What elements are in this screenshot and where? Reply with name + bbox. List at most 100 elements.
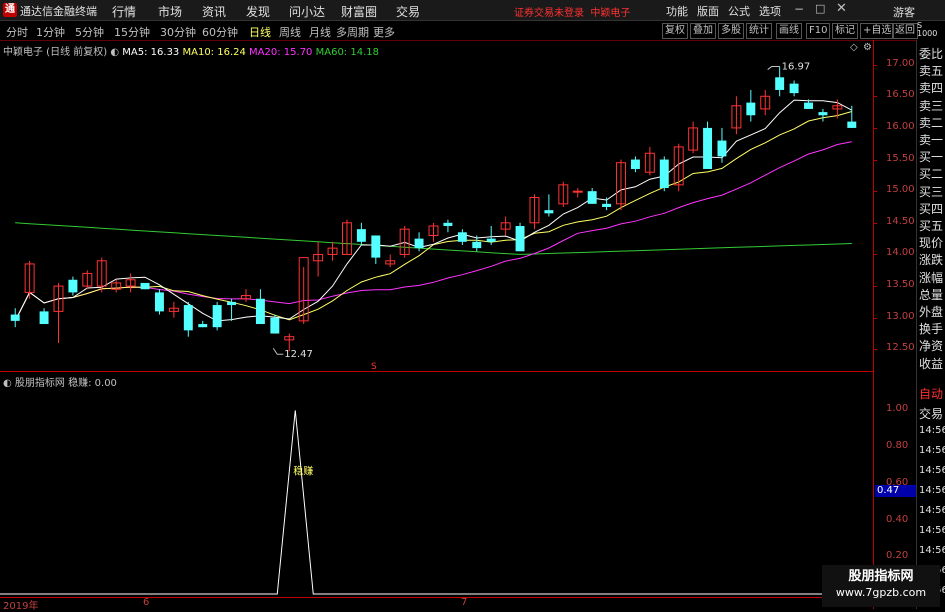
- huaxian-button[interactable]: 画线: [776, 23, 802, 39]
- y-tick-label: 15.50: [886, 152, 915, 164]
- side-tick-time[interactable]: 14:56: [919, 485, 945, 496]
- side-quote-label[interactable]: 卖二: [919, 114, 943, 131]
- y-tick-mark: [873, 317, 877, 319]
- f10-button[interactable]: F10: [806, 23, 831, 39]
- diamond-icon[interactable]: ◇: [850, 42, 858, 53]
- menu-gongshi[interactable]: 公式: [728, 3, 750, 19]
- candle-body-down: [789, 83, 799, 94]
- watermark: 股朋指标网 www.7gpzb.com: [822, 565, 940, 607]
- menu-banmian[interactable]: 版面: [697, 3, 719, 19]
- menu-jiaoyi[interactable]: 交易: [396, 3, 420, 20]
- period-5min[interactable]: 5分钟: [75, 24, 104, 40]
- y-tick-label: 13.50: [886, 279, 915, 291]
- side-quote-label[interactable]: 买五: [919, 217, 943, 234]
- period-weekly[interactable]: 周线: [279, 24, 301, 40]
- side-quote-label[interactable]: 净资: [919, 337, 943, 354]
- menu-gongneng[interactable]: 功能: [666, 3, 688, 19]
- side-tick-time[interactable]: 14:56: [919, 545, 945, 556]
- side-quote-label[interactable]: 涨跌: [919, 251, 943, 268]
- s-marker: S: [371, 362, 377, 371]
- x-label-july: 7: [461, 597, 468, 608]
- y-tick-label: 14.50: [886, 215, 915, 227]
- chart-settings-icon[interactable]: ◐: [110, 47, 119, 58]
- candle-body-down: [443, 222, 453, 226]
- period-60min[interactable]: 60分钟: [202, 24, 238, 40]
- x-axis: [0, 597, 873, 610]
- period-30min[interactable]: 30分钟: [160, 24, 196, 40]
- candle-body-down: [544, 210, 554, 214]
- close-icon[interactable]: ✕: [836, 1, 847, 16]
- login-warning[interactable]: 证券交易未登录 中颖电子: [514, 4, 630, 19]
- side-quote-label[interactable]: 买二: [919, 165, 943, 182]
- y-tick-mark: [873, 349, 877, 351]
- menu-zixun[interactable]: 资讯: [202, 3, 226, 20]
- side-quote-label[interactable]: 委比: [919, 45, 943, 62]
- menu-hangqing[interactable]: 行情: [112, 3, 136, 20]
- y-tick-label: 15.00: [886, 184, 915, 196]
- add-watchlist-button[interactable]: +自选: [860, 23, 895, 39]
- side-quote-label[interactable]: 现价: [919, 234, 943, 251]
- candle-body-down: [183, 305, 193, 331]
- diejia-button[interactable]: 叠加: [690, 23, 716, 39]
- sub-y-tick-label: 1.00: [886, 403, 909, 415]
- menu-shichang[interactable]: 市场: [158, 3, 182, 20]
- side-tick-time[interactable]: 14:56: [919, 525, 945, 536]
- maximize-icon[interactable]: □: [815, 2, 825, 15]
- side-quote-label[interactable]: 买三: [919, 183, 943, 200]
- period-fenshi[interactable]: 分时: [6, 24, 28, 40]
- side-quote-label[interactable]: 卖一: [919, 131, 943, 148]
- side-tick-time[interactable]: 14:56: [919, 425, 945, 436]
- candle-body-down: [587, 191, 597, 204]
- options-icon[interactable]: ⚙: [863, 42, 872, 53]
- fuquan-button[interactable]: 复权: [662, 23, 688, 39]
- candlestick-chart[interactable]: 16.97 12.47 S: [0, 40, 873, 371]
- x-label-june: 6: [143, 597, 150, 608]
- period-15min[interactable]: 15分钟: [114, 24, 150, 40]
- sub-indicator-chart[interactable]: 稳赚: [0, 372, 873, 597]
- back-button[interactable]: 返回: [892, 23, 918, 39]
- y-tick-mark: [873, 222, 877, 224]
- side-quote-label[interactable]: 总量: [919, 286, 943, 303]
- menu-faxian[interactable]: 发现: [246, 3, 270, 20]
- tongji-button[interactable]: 统计: [746, 23, 772, 39]
- watermark-url: www.7gpzb.com: [835, 586, 927, 599]
- side-quote-label[interactable]: 涨幅: [919, 269, 943, 286]
- side-quote-label[interactable]: 收益: [919, 355, 943, 372]
- y-tick-mark: [873, 64, 877, 66]
- minimize-icon[interactable]: −: [794, 2, 804, 16]
- side-quote-label[interactable]: 卖三: [919, 97, 943, 114]
- side-quote-label[interactable]: 外盘: [919, 303, 943, 320]
- high-marker-line: [767, 66, 780, 70]
- candle-body-down: [39, 311, 49, 325]
- side-tick-time[interactable]: 14:56: [919, 465, 945, 476]
- menu-caifuquan[interactable]: 财富圈: [341, 3, 377, 20]
- side-tick-time[interactable]: 14:56: [919, 505, 945, 516]
- side-quote-label[interactable]: 买一: [919, 148, 943, 165]
- guest-label[interactable]: 游客: [893, 4, 915, 20]
- y-tick-label: 16.00: [886, 120, 915, 132]
- period-1min[interactable]: 1分钟: [36, 24, 65, 40]
- candle-body-down: [847, 121, 857, 128]
- sub-y-tick-label: 0.20: [886, 550, 909, 562]
- period-more[interactable]: 更多: [373, 24, 395, 40]
- side-tick-time[interactable]: 14:56: [919, 445, 945, 456]
- period-monthly[interactable]: 月线: [309, 24, 331, 40]
- sub-y-tick-label: 0.40: [886, 513, 909, 525]
- biaoji-button[interactable]: 标记: [832, 23, 858, 39]
- side-quote-label[interactable]: 换手: [919, 320, 943, 337]
- candle-body-down: [775, 77, 785, 90]
- duogu-button[interactable]: 多股: [718, 23, 744, 39]
- candle-body-down: [457, 232, 467, 242]
- side-quote-label[interactable]: 买四: [919, 200, 943, 217]
- menu-wenxiaoda[interactable]: 问小达: [289, 3, 325, 20]
- period-daily[interactable]: 日线: [249, 24, 271, 40]
- period-multi[interactable]: 多周期: [336, 24, 369, 40]
- side-quote-label[interactable]: 卖四: [919, 79, 943, 96]
- top-stock-name: 中颖电子: [590, 8, 631, 19]
- menu-xuanxiang[interactable]: 选项: [759, 3, 781, 19]
- side-trade-label[interactable]: 交易: [919, 405, 943, 422]
- candle-body-down: [198, 324, 208, 328]
- side-quote-label[interactable]: 卖五: [919, 62, 943, 79]
- candle-body-down: [804, 102, 813, 109]
- side-trade-label[interactable]: 自动: [919, 385, 943, 402]
